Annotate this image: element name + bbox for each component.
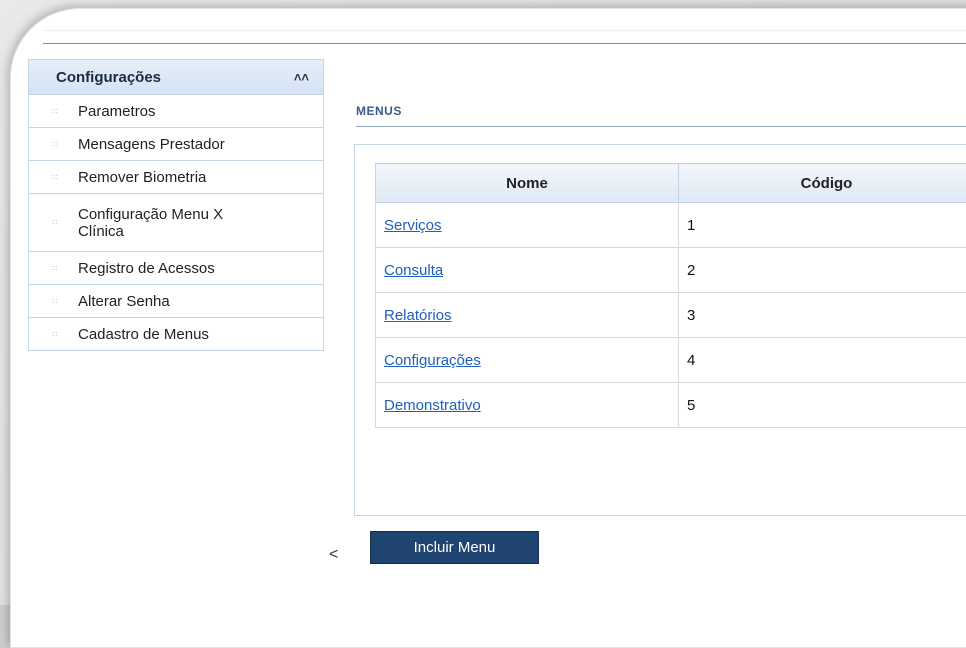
table-row: Relatórios 3 — [376, 293, 966, 338]
section-title: MENUS — [356, 104, 402, 118]
sidebar-item-label: Remover Biometria — [78, 169, 206, 186]
menu-link[interactable]: Consulta — [384, 262, 443, 279]
menu-link[interactable]: Demonstrativo — [384, 397, 481, 414]
menu-link[interactable]: Relatórios — [384, 307, 452, 324]
sidebar-item-label: Cadastro de Menus — [78, 326, 209, 343]
sidebar-item-label: Registro de Acessos — [78, 260, 215, 277]
table-cell-codigo: 3 — [679, 293, 966, 338]
sidebar-menu: Configurações ˄˄ ∷ Parametros ∷ Mensagen… — [28, 59, 324, 351]
table-cell-nome: Relatórios — [376, 293, 679, 338]
add-menu-button[interactable]: Incluir Menu — [370, 531, 539, 564]
window-frame: Configurações ˄˄ ∷ Parametros ∷ Mensagen… — [0, 0, 966, 605]
table-cell-codigo: 4 — [679, 338, 966, 383]
menus-table: Nome Código Serviços 1 Consulta 2 Relató… — [375, 163, 966, 428]
bullet-icon: ∷ — [52, 140, 62, 149]
sidebar-item-label: Mensagens Prestador — [78, 136, 225, 153]
sidebar-item-label: Configuração Menu X Clínica — [78, 206, 268, 240]
column-header-nome[interactable]: Nome — [376, 164, 679, 203]
table-cell-codigo: 1 — [679, 203, 966, 248]
table-header-row: Nome Código — [376, 164, 966, 203]
sidebar-header[interactable]: Configurações ˄˄ — [29, 59, 323, 94]
table-cell-codigo: 5 — [679, 383, 966, 428]
menu-link[interactable]: Configurações — [384, 352, 481, 369]
header-divider-light — [43, 30, 966, 31]
sidebar-item-cadastro-de-menus[interactable]: ∷ Cadastro de Menus — [29, 317, 323, 350]
table-cell-codigo: 2 — [679, 248, 966, 293]
table-row: Configurações 4 — [376, 338, 966, 383]
bullet-icon: ∷ — [52, 297, 62, 306]
sidebar-item-alterar-senha[interactable]: ∷ Alterar Senha — [29, 284, 323, 317]
table-cell-nome: Consulta — [376, 248, 679, 293]
table-row: Demonstrativo 5 — [376, 383, 966, 428]
column-header-codigo[interactable]: Código — [679, 164, 966, 203]
bullet-icon: ∷ — [52, 330, 62, 339]
sidebar-item-remover-biometria[interactable]: ∷ Remover Biometria — [29, 160, 323, 193]
menu-link[interactable]: Serviços — [384, 217, 442, 234]
table-cell-nome: Configurações — [376, 338, 679, 383]
sidebar-item-label: Parametros — [78, 103, 156, 120]
sidebar-item-configuracao-menu-clinica[interactable]: ∷ Configuração Menu X Clínica — [29, 193, 323, 251]
collapse-icon[interactable]: ˄˄ — [294, 70, 309, 85]
table-row: Serviços 1 — [376, 203, 966, 248]
menus-panel: Nome Código Serviços 1 Consulta 2 Relató… — [354, 144, 966, 516]
bullet-icon: ∷ — [52, 214, 62, 231]
sidebar-item-label: Alterar Senha — [78, 293, 170, 310]
sidebar-item-registro-de-acessos[interactable]: ∷ Registro de Acessos — [29, 251, 323, 284]
bullet-icon: ∷ — [52, 173, 62, 182]
bullet-icon: ∷ — [52, 107, 62, 116]
back-link[interactable]: < — [329, 546, 338, 564]
bullet-icon: ∷ — [52, 264, 62, 273]
table-cell-nome: Serviços — [376, 203, 679, 248]
table-cell-nome: Demonstrativo — [376, 383, 679, 428]
sidebar-item-mensagens-prestador[interactable]: ∷ Mensagens Prestador — [29, 127, 323, 160]
sidebar-title: Configurações — [56, 69, 161, 86]
sidebar-item-parametros[interactable]: ∷ Parametros — [29, 94, 323, 127]
table-row: Consulta 2 — [376, 248, 966, 293]
header-divider — [43, 43, 966, 44]
section-divider — [356, 126, 966, 127]
